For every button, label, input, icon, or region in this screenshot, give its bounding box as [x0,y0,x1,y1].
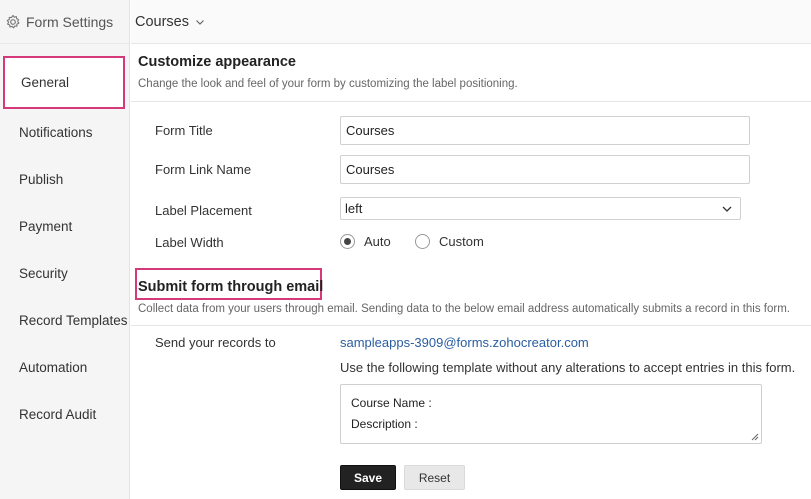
form-link-label: Form Link Name [155,162,252,177]
radio-auto-label: Auto [364,234,391,249]
appearance-title: Customize appearance [138,54,296,70]
appearance-description: Change the look and feel of your form by… [138,78,518,90]
email-description: Collect data from your users through ema… [138,303,790,315]
radio-button-selected[interactable] [340,234,355,249]
label-placement-select[interactable]: left [340,197,741,220]
topbar: Courses [131,0,811,44]
gear-icon [6,14,20,28]
radio-button-unselected[interactable] [415,234,430,249]
chevron-down-icon [196,19,204,25]
radio-dot [344,238,351,245]
form-title-label: Form Title [155,123,213,138]
email-template-textarea[interactable]: Course Name : Description : [340,384,762,444]
radio-custom-label: Custom [439,234,484,249]
radio-custom[interactable]: Custom [415,234,484,249]
sidebar-item-security[interactable]: Security [0,250,129,297]
sidebar-title: Form Settings [26,13,114,30]
divider [131,325,811,326]
divider [131,101,811,102]
sidebar-item-record-templates[interactable]: Record Templates [0,297,129,344]
form-selector[interactable]: Courses [135,14,205,30]
radio-auto[interactable]: Auto [340,234,391,249]
reset-button[interactable]: Reset [404,465,465,490]
email-address-link[interactable]: sampleapps-3909@forms.zohocreator.com [340,335,589,350]
settings-nav: General Notifications Publish Payment Se… [0,44,129,438]
form-title-input[interactable] [340,116,750,145]
send-records-label: Send your records to [155,335,276,350]
label-width-label: Label Width [155,235,224,250]
template-line-course-name: Course Name : [351,396,432,410]
label-placement-label: Label Placement [155,203,252,218]
label-placement-value: left [345,201,363,216]
sidebar-item-publish[interactable]: Publish [0,156,129,203]
email-title: Submit form through email [138,279,324,295]
chevron-down-icon [722,206,732,212]
sidebar-header: Form Settings [0,0,129,44]
sidebar-item-general[interactable]: General [3,56,125,109]
template-line-description: Description : [351,417,418,431]
sidebar-item-automation[interactable]: Automation [0,344,129,391]
sidebar-item-payment[interactable]: Payment [0,203,129,250]
form-name: Courses [135,13,189,30]
sidebar: Form Settings General Notifications Publ… [0,0,130,499]
sidebar-item-record-audit[interactable]: Record Audit [0,391,129,438]
form-link-input[interactable] [340,155,750,184]
main-content: Customize appearance Change the look and… [131,45,811,499]
save-button[interactable]: Save [340,465,396,490]
template-note: Use the following template without any a… [340,360,796,375]
sidebar-item-notifications[interactable]: Notifications [0,109,129,156]
resize-handle-icon[interactable] [751,433,759,441]
